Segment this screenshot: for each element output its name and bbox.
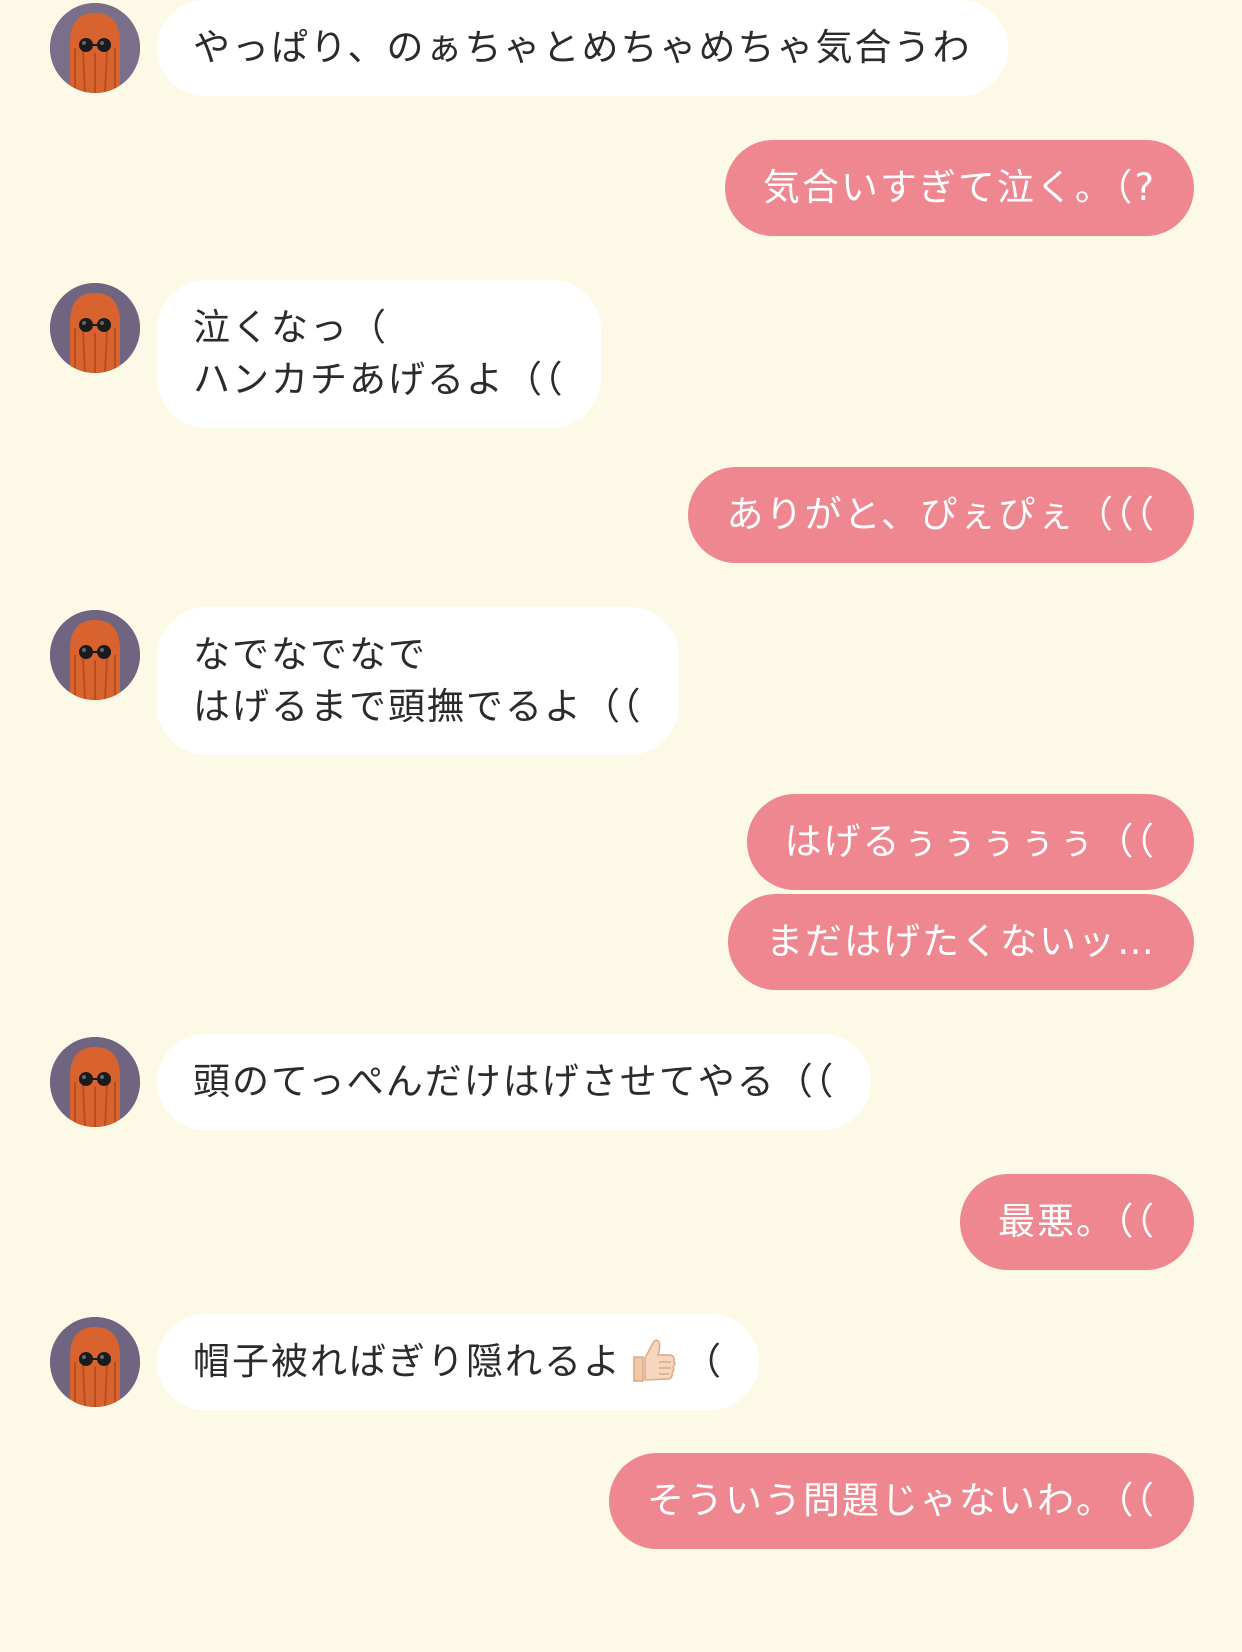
message-bubble-outgoing[interactable]: そういう問題じゃないわ。（（: [609, 1453, 1194, 1549]
message-bubble-incoming[interactable]: なでなでなで はげるまで頭撫でるよ（（: [157, 607, 679, 755]
message-bubble-incoming[interactable]: 頭のてっぺんだけはげさせてやる（（: [157, 1034, 872, 1130]
avatar[interactable]: [50, 1037, 140, 1127]
ghost-avatar-icon: [50, 1317, 140, 1407]
message-bubble-outgoing[interactable]: 気合いすぎて泣く。（?: [724, 140, 1194, 236]
message-bubble-outgoing[interactable]: はげるぅぅぅぅぅ（（: [746, 794, 1194, 890]
ghost-avatar-icon: [50, 1037, 140, 1127]
message-bubble-incoming[interactable]: やっぱり、のぁちゃとめちゃめちゃ気合うわ: [157, 0, 1008, 96]
ghost-avatar-icon: [50, 283, 140, 373]
message-bubble-outgoing[interactable]: ありがと、ぴぇぴぇ（（（: [688, 467, 1194, 563]
avatar[interactable]: [50, 283, 140, 373]
message-bubble-incoming[interactable]: 泣くなっ（ ハンカチあげるよ（（: [157, 280, 601, 428]
message-bubble-outgoing[interactable]: まだはげたくないッ…: [728, 894, 1194, 990]
message-bubble-incoming[interactable]: 帽子被ればぎり隠れるよ （: [157, 1314, 759, 1410]
message-bubble-outgoing[interactable]: 最悪。（（: [960, 1174, 1194, 1270]
thumbs-up-icon: [633, 1339, 676, 1382]
avatar[interactable]: [50, 610, 140, 700]
ghost-avatar-icon: [50, 610, 140, 700]
avatar[interactable]: [50, 3, 140, 93]
avatar[interactable]: [50, 1317, 140, 1407]
chat-thread: やっぱり、のぁちゃとめちゃめちゃ気合うわ 気合いすぎて泣く。（? 泣くなっ（ ハ…: [0, 0, 1242, 1652]
message-text-suffix: （: [684, 1340, 723, 1383]
message-text: 帽子被ればぎり隠れるよ: [193, 1340, 622, 1383]
ghost-avatar-icon: [50, 3, 140, 93]
